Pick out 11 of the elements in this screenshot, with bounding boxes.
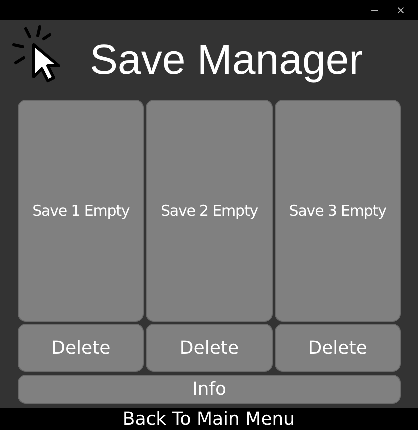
save-slot-button[interactable]: Save 2 Empty [146,100,273,322]
minimize-button[interactable]: − [364,4,386,16]
app-title: Save Manager [90,36,364,84]
delete-button[interactable]: Delete [146,324,273,372]
delete-button[interactable]: Delete [274,324,401,372]
save-slot-button[interactable]: Save 1 Empty [18,100,144,322]
info-button[interactable]: Info [18,375,401,404]
close-button[interactable]: × [390,4,412,16]
delete-button[interactable]: Delete [18,324,144,372]
save-slot-button[interactable]: Save 3 Empty [274,100,401,322]
back-to-main-menu-button[interactable]: Back To Main Menu [122,408,296,430]
